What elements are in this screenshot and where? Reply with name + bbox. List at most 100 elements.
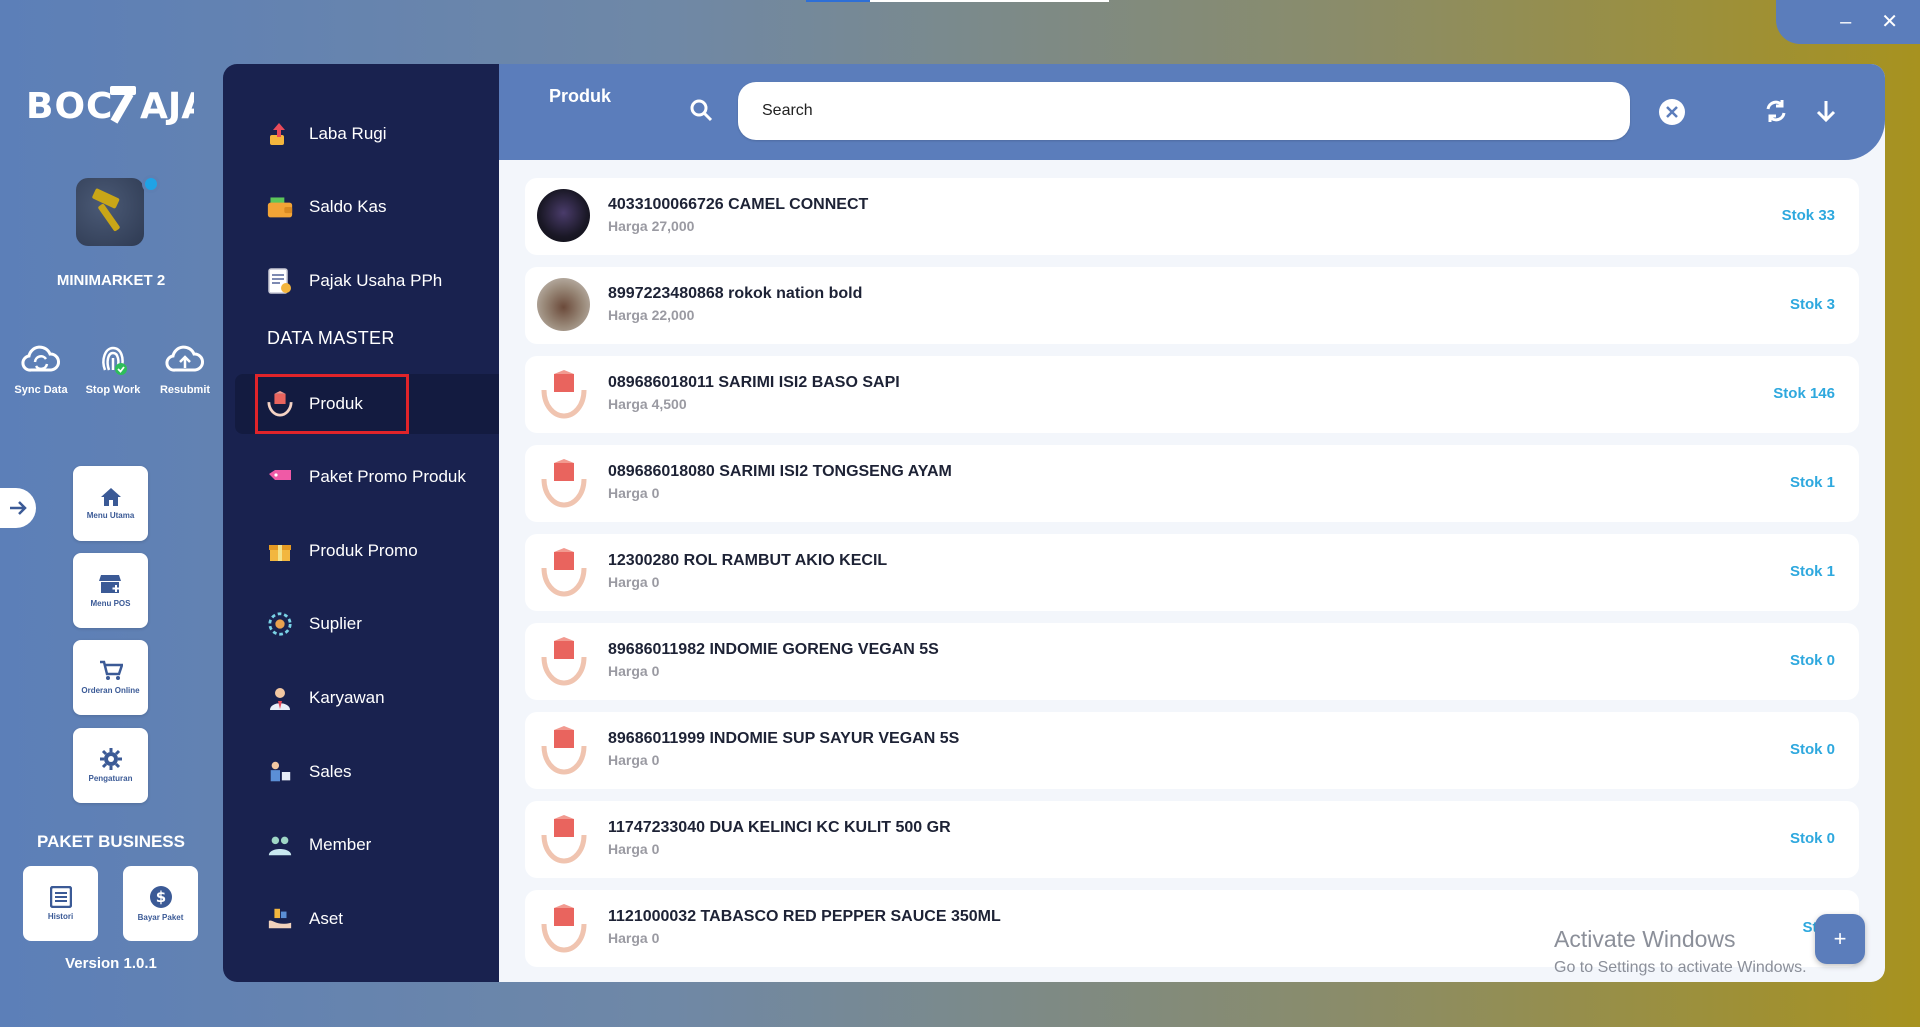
- product-price: Harga 4,500: [608, 396, 687, 412]
- sync-data-button[interactable]: Sync Data: [6, 342, 76, 396]
- orderan-online-tile[interactable]: Orderan Online: [73, 640, 148, 715]
- product-price: Harga 0: [608, 663, 660, 679]
- histori-label: Histori: [47, 912, 74, 921]
- boc-aja-logo: BOC AJA: [26, 86, 194, 127]
- stop-work-button[interactable]: Stop Work: [78, 342, 148, 396]
- refresh-icon[interactable]: [1763, 98, 1789, 124]
- pengaturan-label: Pengaturan: [88, 774, 133, 783]
- add-product-button[interactable]: +: [1815, 914, 1865, 964]
- main-panel: Laba Rugi Saldo Kas Pajak Usaha PPh DATA…: [223, 64, 1885, 982]
- watermark-title: Activate Windows: [1554, 926, 1736, 952]
- left-rail: BOC AJA MINIMARKET 2 Sync Data: [0, 0, 222, 1027]
- product-thumbnail: [537, 189, 590, 242]
- nav-section-data-master: DATA MASTER: [267, 328, 395, 348]
- employee-icon: [267, 685, 293, 711]
- product-price: Harga 0: [608, 841, 660, 857]
- quick-actions: Sync Data Stop Work Resubmit: [6, 342, 220, 396]
- version-label: Version 1.0.1: [65, 955, 157, 972]
- product-box-icon: [537, 901, 590, 954]
- supplier-icon: [267, 611, 293, 637]
- product-row[interactable]: 089686018011 SARIMI ISI2 BASO SAPI Harga…: [525, 356, 1859, 433]
- menu-pos-tile[interactable]: Menu POS: [73, 553, 148, 628]
- product-row[interactable]: 8997223480868 rokok nation bold Harga 22…: [525, 267, 1859, 344]
- promo-tag-icon: [267, 464, 293, 490]
- nav-item-label: Sales: [309, 762, 352, 781]
- product-row[interactable]: 11747233040 DUA KELINCI KC KULIT 500 GR …: [525, 801, 1859, 878]
- menu-utama-tile[interactable]: Menu Utama: [73, 466, 148, 541]
- nav-item-produk-promo[interactable]: Produk Promo: [223, 521, 499, 581]
- pengaturan-tile[interactable]: Pengaturan: [73, 728, 148, 803]
- product-stock: Stok 0: [1789, 830, 1835, 847]
- product-name: 4033100066726 CAMEL CONNECT: [608, 196, 869, 213]
- nav-item-label: Suplier: [309, 614, 362, 633]
- store-avatar[interactable]: [76, 178, 144, 246]
- close-button[interactable]: ✕: [1881, 12, 1898, 32]
- product-price: Harga 27,000: [608, 218, 695, 234]
- product-row[interactable]: 4033100066726 CAMEL CONNECT Harga 27,000…: [525, 178, 1859, 255]
- cloud-sync-icon: [21, 345, 60, 372]
- nav-item-label: Produk Promo: [309, 541, 418, 560]
- product-stock: Stok 146: [1773, 385, 1835, 402]
- fingerprint-icon: [102, 346, 127, 375]
- nav-item-saldo-kas[interactable]: Saldo Kas: [223, 177, 499, 237]
- product-price: Harga 22,000: [608, 307, 695, 323]
- nav-item-label: Laba Rugi: [309, 124, 387, 143]
- product-price: Harga 0: [608, 574, 660, 590]
- product-list: 4033100066726 CAMEL CONNECT Harga 27,000…: [525, 178, 1859, 979]
- close-icon: [1666, 106, 1678, 118]
- nav-item-label: Pajak Usaha PPh: [309, 271, 443, 290]
- product-row[interactable]: 089686018080 SARIMI ISI2 TONGSENG AYAM H…: [525, 445, 1859, 522]
- product-name: 11747233040 DUA KELINCI KC KULIT 500 GR: [608, 819, 951, 836]
- minimize-button[interactable]: –: [1840, 12, 1851, 32]
- product-name: 089686018011 SARIMI ISI2 BASO SAPI: [608, 374, 900, 391]
- nav-item-label: Member: [309, 835, 372, 854]
- menu-utama-label: Menu Utama: [86, 511, 135, 520]
- bayar-paket-label: Bayar Paket: [137, 913, 184, 922]
- nav-item-label: Saldo Kas: [309, 197, 387, 216]
- active-item-highlight: [255, 374, 409, 434]
- member-group-icon: [267, 832, 293, 858]
- menu-pos-label: Menu POS: [90, 599, 131, 608]
- nav-item-karyawan[interactable]: Karyawan: [223, 668, 499, 728]
- product-row[interactable]: 89686011982 INDOMIE GORENG VEGAN 5S Harg…: [525, 623, 1859, 700]
- product-name: 8997223480868 rokok nation bold: [608, 285, 863, 302]
- product-stock: Stok 1: [1789, 474, 1835, 491]
- product-box-icon: [537, 634, 590, 687]
- product-stock: Stok 33: [1781, 207, 1835, 224]
- clear-search-button[interactable]: [1659, 99, 1685, 125]
- product-row[interactable]: 12300280 ROL RAMBUT AKIO KECIL Harga 0 S…: [525, 534, 1859, 611]
- product-name: 089686018080 SARIMI ISI2 TONGSENG AYAM: [608, 463, 952, 480]
- nav-item-laba-rugi[interactable]: Laba Rugi: [223, 104, 499, 164]
- store-icon: [98, 575, 121, 593]
- product-box-icon: [537, 723, 590, 776]
- search-input[interactable]: [738, 82, 1630, 140]
- nav-item-sales[interactable]: Sales: [223, 742, 499, 802]
- nav-item-suplier[interactable]: Suplier: [223, 594, 499, 654]
- bayar-paket-tile[interactable]: $ Bayar Paket: [123, 866, 198, 941]
- watermark-subtitle: Go to Settings to activate Windows.: [1554, 959, 1807, 976]
- nav-item-pajak-usaha[interactable]: Pajak Usaha PPh: [223, 251, 499, 311]
- product-row[interactable]: 89686011999 INDOMIE SUP SAYUR VEGAN 5S H…: [525, 712, 1859, 789]
- online-status-dot: [142, 175, 160, 193]
- expand-sidebar-button[interactable]: [0, 488, 36, 528]
- product-price: Harga 0: [608, 485, 660, 501]
- gear-icon: [99, 748, 122, 770]
- nav-item-paket-promo-produk[interactable]: Paket Promo Produk: [223, 447, 499, 507]
- resubmit-button[interactable]: Resubmit: [150, 342, 220, 396]
- tax-document-icon: [267, 268, 293, 294]
- title-strip-accent: [806, 0, 870, 2]
- nav-item-member[interactable]: Member: [223, 815, 499, 875]
- arrow-down-icon[interactable]: [1813, 98, 1839, 124]
- hammer-icon: [92, 188, 120, 232]
- nav-item-aset[interactable]: Aset: [223, 889, 499, 949]
- gift-box-icon: [267, 538, 293, 564]
- home-icon: [100, 488, 121, 506]
- product-stock: Stok 1: [1789, 563, 1835, 580]
- product-stock: Stok 0: [1789, 652, 1835, 669]
- product-price: Harga 0: [608, 752, 660, 768]
- cloud-upload-icon: [165, 345, 204, 372]
- svg-text:AJA: AJA: [140, 86, 194, 127]
- window-controls: – ✕: [1776, 0, 1920, 44]
- search-icon[interactable]: [689, 98, 713, 122]
- histori-tile[interactable]: Histori: [23, 866, 98, 941]
